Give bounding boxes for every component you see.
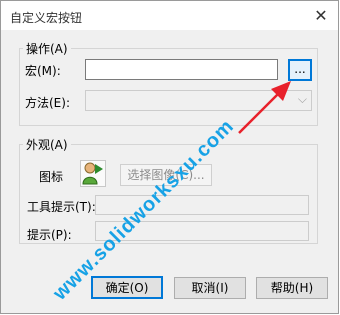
operation-group-legend: 操作(A) xyxy=(23,40,71,57)
macro-button-icon[interactable] xyxy=(80,160,106,187)
prompt-label: 提示(P): xyxy=(27,228,72,242)
title-bar: 自定义宏按钮 ✕ xyxy=(1,1,338,30)
icon-label: 图标 xyxy=(39,170,64,184)
tooltip-label: 工具提示(T): xyxy=(27,200,96,214)
custom-macro-button-dialog: 自定义宏按钮 ✕ 操作(A) 宏(M): ... 方法(E): ⌵ 外观(A) … xyxy=(0,0,339,314)
macro-label: 宏(M): xyxy=(25,64,61,78)
cancel-button-label: 取消(I) xyxy=(191,281,229,295)
appearance-group-legend: 外观(A) xyxy=(23,136,71,153)
close-icon[interactable]: ✕ xyxy=(304,1,338,30)
help-button[interactable]: 帮助(H) xyxy=(256,277,328,299)
annotation-arrow-icon xyxy=(238,81,291,134)
ok-button[interactable]: 确定(O) xyxy=(91,276,163,299)
cancel-button[interactable]: 取消(I) xyxy=(174,277,246,299)
method-label: 方法(E): xyxy=(25,96,70,110)
window-title: 自定义宏按钮 xyxy=(10,11,83,25)
help-button-label: 帮助(H) xyxy=(270,281,314,295)
user-run-icon xyxy=(82,162,103,185)
ok-button-label: 确定(O) xyxy=(105,281,149,295)
